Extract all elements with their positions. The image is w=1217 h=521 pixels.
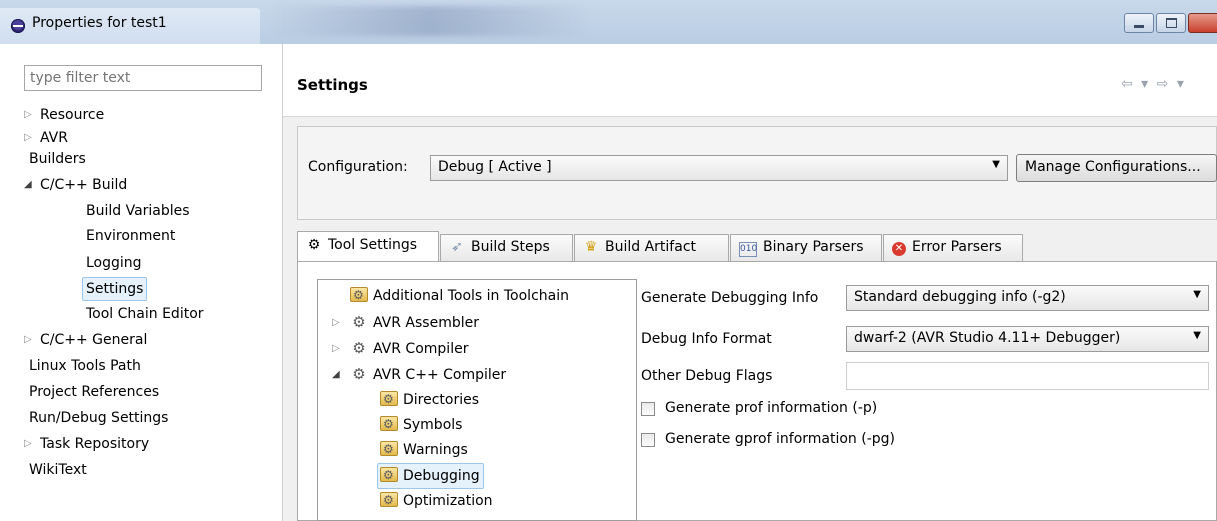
expand-icon[interactable]: ▷: [332, 311, 340, 335]
tree-item-project-references[interactable]: Project References: [29, 381, 159, 403]
filter-input[interactable]: [24, 65, 262, 91]
forward-arrow-icon[interactable]: ⇨ ▾: [1157, 76, 1186, 92]
other-debug-flags-input[interactable]: [846, 362, 1209, 390]
tree-item-builders[interactable]: Builders: [29, 148, 86, 170]
tab-binary-parsers[interactable]: 010 Binary Parsers: [730, 234, 882, 261]
expand-icon[interactable]: ▷: [332, 337, 340, 361]
maximize-button[interactable]: [1156, 13, 1186, 33]
chevron-down-icon: ▼: [992, 159, 1000, 170]
tool-item-symbols[interactable]: Symbols: [380, 412, 462, 437]
expand-icon[interactable]: ▷: [24, 104, 32, 126]
chevron-down-icon: ▼: [1193, 289, 1201, 300]
tab-build-artifact[interactable]: ♛ Build Artifact: [574, 234, 729, 261]
generate-debugging-info-value: Standard debugging info (-g2): [854, 289, 1066, 305]
build-steps-icon: ➶: [451, 239, 463, 255]
expand-icon[interactable]: ▷: [24, 127, 32, 149]
tool-item-avr-cpp-compiler[interactable]: ⚙ AVR C++ Compiler: [350, 362, 506, 386]
tool-folder-icon: [380, 412, 398, 436]
tool-folder-icon: [380, 488, 398, 512]
tool-item-warnings[interactable]: Warnings: [380, 437, 468, 462]
page-header: Settings ⇦ ▾ ⇨ ▾: [283, 44, 1217, 117]
window-controls: [1124, 13, 1217, 35]
settings-pane: Settings ⇦ ▾ ⇨ ▾ Configuration: Debug [ …: [283, 44, 1217, 521]
tree-item-cpp-general[interactable]: C/C++ General: [40, 329, 147, 351]
tool-folder-icon: [350, 283, 368, 307]
collapse-icon[interactable]: ◢: [24, 174, 32, 196]
generate-debugging-info-select[interactable]: Standard debugging info (-g2) ▼: [846, 285, 1209, 311]
tool-tree: Additional Tools in Toolchain ▷ ⚙AVR Ass…: [317, 279, 637, 521]
generate-debugging-info-label: Generate Debugging Info: [641, 290, 819, 306]
background-window-blur: [270, 6, 590, 36]
tool-item-additional-tools[interactable]: Additional Tools in Toolchain: [350, 283, 569, 308]
expand-icon[interactable]: ▷: [24, 329, 32, 351]
other-debug-flags-label: Other Debug Flags: [641, 368, 773, 384]
tool-item-debugging[interactable]: Debugging: [377, 463, 484, 489]
manage-configurations-button[interactable]: Manage Configurations...: [1016, 154, 1217, 182]
tree-item-avr[interactable]: AVR: [40, 127, 68, 149]
tree-item-task-repository[interactable]: Task Repository: [40, 433, 149, 455]
debug-info-format-select[interactable]: dwarf-2 (AVR Studio 4.11+ Debugger) ▼: [846, 326, 1209, 352]
page-title: Settings: [297, 76, 368, 94]
trophy-icon: ♛: [584, 239, 598, 255]
tool-item-avr-assembler[interactable]: ⚙ AVR Assembler: [350, 310, 479, 334]
eclipse-icon: [11, 19, 25, 33]
title-bar: Properties for test1: [0, 0, 1217, 45]
tab-tool-settings[interactable]: ⚙ Tool Settings: [297, 231, 439, 262]
gear-icon: ⚙: [307, 237, 321, 253]
gprof-label[interactable]: Generate gprof information (-pg): [665, 431, 895, 447]
tree-item-settings[interactable]: Settings: [82, 277, 148, 301]
tool-item-avr-compiler[interactable]: ⚙ AVR Compiler: [350, 336, 468, 360]
debug-info-format-value: dwarf-2 (AVR Studio 4.11+ Debugger): [854, 330, 1121, 346]
gprof-checkbox[interactable]: [641, 433, 655, 447]
configuration-value: Debug [ Active ]: [438, 159, 552, 175]
configuration-label: Configuration:: [308, 159, 408, 175]
window-title: Properties for test1: [32, 15, 167, 31]
tool-item-optimization[interactable]: Optimization: [380, 488, 493, 513]
tree-item-tool-chain-editor[interactable]: Tool Chain Editor: [86, 303, 204, 325]
tree-item-cpp-build[interactable]: C/C++ Build: [40, 174, 127, 196]
close-button[interactable]: [1188, 13, 1217, 33]
prof-label[interactable]: Generate prof information (-p): [665, 400, 877, 416]
prof-checkbox[interactable]: [641, 402, 655, 416]
tab-build-steps[interactable]: ➶ Build Steps: [440, 234, 573, 261]
gear-icon: ⚙: [352, 339, 366, 357]
tool-folder-icon: [380, 463, 398, 487]
tree-item-resource[interactable]: Resource: [40, 104, 104, 126]
gear-icon: ⚙: [352, 313, 366, 331]
tool-item-directories[interactable]: Directories: [380, 387, 479, 412]
back-arrow-icon[interactable]: ⇦ ▾: [1121, 76, 1150, 92]
tree-item-build-variables[interactable]: Build Variables: [86, 200, 190, 222]
tree-item-environment[interactable]: Environment: [86, 225, 175, 247]
tab-error-parsers[interactable]: ✕ Error Parsers: [883, 234, 1023, 261]
chevron-down-icon: ▼: [1193, 330, 1201, 341]
error-icon: ✕: [892, 242, 906, 256]
tool-folder-icon: [380, 387, 398, 411]
category-pane: ▷ Resource ▷ AVR Builders ◢ C/C++ Build …: [0, 44, 283, 521]
gear-icon: ⚙: [352, 365, 366, 383]
binary-icon: 010: [739, 242, 757, 257]
tree-item-wikitext[interactable]: WikiText: [29, 459, 87, 481]
expand-icon[interactable]: ▷: [24, 433, 32, 455]
minimize-button[interactable]: [1124, 13, 1154, 33]
tree-item-logging[interactable]: Logging: [86, 252, 142, 274]
configuration-select[interactable]: Debug [ Active ] ▼: [430, 155, 1008, 181]
history-nav: ⇦ ▾ ⇨ ▾: [1121, 76, 1186, 92]
collapse-icon[interactable]: ◢: [332, 363, 340, 387]
tree-item-linux-tools-path[interactable]: Linux Tools Path: [29, 355, 141, 377]
debug-info-format-label: Debug Info Format: [641, 331, 772, 347]
tree-item-run-debug-settings[interactable]: Run/Debug Settings: [29, 407, 168, 429]
tool-folder-icon: [380, 437, 398, 461]
